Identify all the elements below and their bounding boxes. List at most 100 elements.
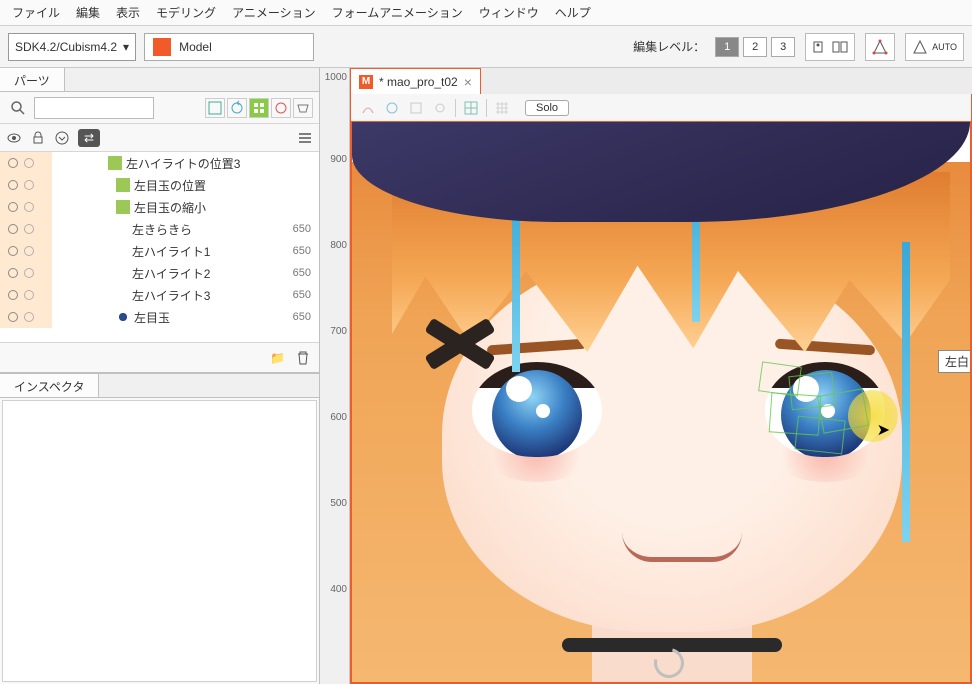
mesh-auto-button[interactable]: AUTO <box>905 33 964 61</box>
visibility-toggle-icon[interactable] <box>8 202 18 212</box>
edit-level-2[interactable]: 2 <box>743 37 767 57</box>
parts-visibility-toolbar: ⇄ <box>0 124 319 152</box>
visibility-toggle-icon[interactable] <box>8 268 18 278</box>
part-label: 左きらきら <box>132 221 293 238</box>
part-label: 左目玉 <box>134 309 293 326</box>
menu-bar: ファイル 編集 表示 モデリング アニメーション フォームアニメーション ウィン… <box>0 0 972 26</box>
select-toggle-icon[interactable] <box>24 312 34 322</box>
cursor-icon: ➤ <box>877 420 890 440</box>
search-icon[interactable] <box>6 96 30 120</box>
parts-panel-tabbar: パーツ <box>0 68 319 92</box>
main-toolbar: SDK4.2/Cubism4.2 ▾ Model 編集レベル： 1 2 3 AU… <box>0 26 972 68</box>
ruler-vertical: 1000 900 800 700 600 500 400 <box>320 68 350 684</box>
artmesh-icon <box>116 310 130 324</box>
rotation-tool-icon[interactable] <box>383 99 401 117</box>
canvas-toolbar: Solo <box>350 94 972 122</box>
ruler-tick: 700 <box>330 326 347 337</box>
select-toggle-icon[interactable] <box>24 202 34 212</box>
parts-tree[interactable]: 左ハイライトの位置3 左目玉の位置 左目玉の縮小 左きらきら650 左ハイライト… <box>0 152 319 342</box>
ruler-tick: 500 <box>330 498 347 509</box>
visibility-toggle-icon[interactable] <box>8 290 18 300</box>
canvas-area: 1000 900 800 700 600 500 400 M * mao_pro… <box>320 68 972 684</box>
workspace-mode-button[interactable]: Model <box>144 33 314 61</box>
select-toggle-icon[interactable] <box>24 158 34 168</box>
visibility-toggle-icon[interactable] <box>8 312 18 322</box>
select-toggle-icon[interactable] <box>24 180 34 190</box>
document-tab[interactable]: M * mao_pro_t02 × <box>350 68 481 94</box>
chevron-down-circle-icon[interactable] <box>54 130 70 146</box>
menu-animation[interactable]: アニメーション <box>224 0 324 25</box>
part-row[interactable]: 左目玉650 <box>0 306 319 328</box>
grid-snap-icon[interactable] <box>493 99 511 117</box>
menu-view[interactable]: 表示 <box>108 0 148 25</box>
folder-icon[interactable]: 📁 <box>270 351 285 365</box>
edit-level-3[interactable]: 3 <box>771 37 795 57</box>
model-mode-icon <box>153 38 171 56</box>
menu-edit[interactable]: 編集 <box>68 0 108 25</box>
part-draworder: 650 <box>293 311 311 323</box>
inspector-panel: インスペクタ <box>0 372 319 684</box>
filter-artmesh-icon[interactable] <box>249 98 269 118</box>
filter-glue-icon[interactable] <box>271 98 291 118</box>
hamburger-menu-icon[interactable] <box>297 130 313 146</box>
part-row[interactable]: 左きらきら650 <box>0 218 319 240</box>
part-row[interactable]: 左ハイライト3650 <box>0 284 319 306</box>
ruler-tick: 400 <box>330 584 347 595</box>
glue-tool-icon[interactable] <box>431 99 449 117</box>
ruler-tick: 1000 <box>325 72 347 83</box>
filter-warp-icon[interactable] <box>205 98 225 118</box>
visibility-toggle-icon[interactable] <box>8 158 18 168</box>
artmesh-tool-icon[interactable] <box>407 99 425 117</box>
inspector-tab[interactable]: インスペクタ <box>0 374 99 397</box>
lock-icon[interactable] <box>30 130 46 146</box>
menu-window[interactable]: ウィンドウ <box>471 0 547 25</box>
auto-label: AUTO <box>932 42 957 52</box>
menu-help[interactable]: ヘルプ <box>547 0 599 25</box>
ruler-tick: 800 <box>330 240 347 251</box>
parts-tab[interactable]: パーツ <box>0 68 65 91</box>
visibility-toggle-icon[interactable] <box>8 180 18 190</box>
part-row[interactable]: 左ハイライトの位置3 <box>0 152 319 174</box>
ruler-tick: 900 <box>330 154 347 165</box>
parts-search-input[interactable] <box>34 97 154 119</box>
sync-toggle-icon[interactable]: ⇄ <box>78 129 100 147</box>
compare-icon <box>832 39 848 55</box>
visibility-icon[interactable] <box>6 130 22 146</box>
workspace-mode-label: Model <box>179 40 212 54</box>
part-label: 左ハイライト1 <box>132 243 293 260</box>
mesh-edit-button[interactable] <box>865 33 895 61</box>
menu-modeling[interactable]: モデリング <box>148 0 224 25</box>
filter-rotation-icon[interactable] <box>227 98 247 118</box>
chevron-down-icon: ▾ <box>123 40 129 54</box>
hairpin-icon <box>428 312 492 376</box>
visibility-toggle-icon[interactable] <box>8 224 18 234</box>
menu-file[interactable]: ファイル <box>4 0 68 25</box>
visibility-toggle-icon[interactable] <box>8 246 18 256</box>
mesh-wireframe <box>750 354 900 464</box>
select-toggle-icon[interactable] <box>24 268 34 278</box>
deformer-tool-icon[interactable] <box>359 99 377 117</box>
part-label: 左目玉の位置 <box>134 177 311 194</box>
solo-button[interactable]: Solo <box>525 100 569 116</box>
snapshot-tools[interactable] <box>805 33 855 61</box>
part-row[interactable]: 左目玉の縮小 <box>0 196 319 218</box>
edit-level-buttons: 1 2 3 <box>715 37 795 57</box>
part-row[interactable]: 左目玉の位置 <box>0 174 319 196</box>
select-toggle-icon[interactable] <box>24 246 34 256</box>
close-icon[interactable]: × <box>464 74 472 90</box>
grid-tool-icon[interactable] <box>462 99 480 117</box>
viewport[interactable]: ➤ 左白目 <box>350 122 972 684</box>
part-row[interactable]: 左ハイライト1650 <box>0 240 319 262</box>
trash-icon[interactable] <box>295 350 311 366</box>
edit-level-1[interactable]: 1 <box>715 37 739 57</box>
filter-part-icon[interactable] <box>293 98 313 118</box>
select-toggle-icon[interactable] <box>24 290 34 300</box>
model-file-icon: M <box>359 75 373 89</box>
warp-deformer-icon <box>108 156 122 170</box>
select-toggle-icon[interactable] <box>24 224 34 234</box>
sdk-version-dropdown[interactable]: SDK4.2/Cubism4.2 ▾ <box>8 33 136 61</box>
parts-search-bar <box>0 92 319 124</box>
hover-tooltip: 左白目 <box>938 350 972 373</box>
menu-form-animation[interactable]: フォームアニメーション <box>324 0 471 25</box>
part-row[interactable]: 左ハイライト2650 <box>0 262 319 284</box>
